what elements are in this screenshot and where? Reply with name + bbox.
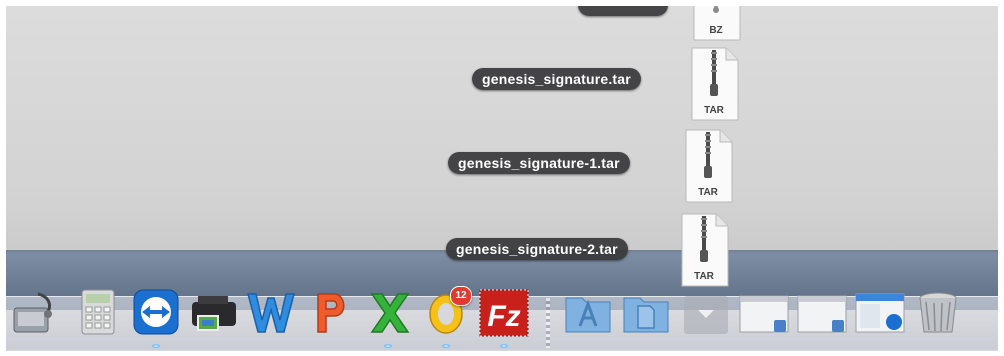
file-ext-label: TAR xyxy=(704,105,724,116)
downloads-stack-icon xyxy=(684,296,728,334)
filezilla-label: Fz xyxy=(487,300,520,333)
dock-item-window-thumbnail-3[interactable] xyxy=(854,286,906,338)
applications-folder-icon xyxy=(565,297,611,333)
dock-item-downloads-stack[interactable] xyxy=(680,286,732,338)
dock-item-applications-folder[interactable] xyxy=(562,286,614,338)
dock-item-calculator[interactable] xyxy=(72,286,124,338)
trash-icon xyxy=(919,292,957,333)
dock-item-window-thumbnail-1[interactable] xyxy=(738,286,790,338)
unread-badge: 12 xyxy=(450,286,472,306)
calculator-icon xyxy=(81,289,115,335)
window-thumbnail-icon xyxy=(797,295,847,333)
dock-separator xyxy=(546,298,550,348)
dock-item-window-thumbnail-2[interactable] xyxy=(796,286,848,338)
window-thumbnail-icon xyxy=(855,293,905,333)
stack-file-bz[interactable]: BZ xyxy=(688,6,744,44)
file-ext-label: TAR xyxy=(694,271,714,282)
window-thumbnail-icon xyxy=(739,295,789,333)
dock-item-printer[interactable] xyxy=(188,286,240,338)
dock-item-teamviewer[interactable] xyxy=(130,286,182,338)
stack-item-label[interactable]: genesis_signature.tar xyxy=(472,68,641,90)
dock-item-microsoft-word[interactable] xyxy=(244,286,296,338)
running-indicator xyxy=(442,344,450,348)
dock-item-documents-folder[interactable] xyxy=(620,286,672,338)
dock-item-microsoft-excel[interactable] xyxy=(364,286,416,338)
stack-file-tar-2[interactable]: TAR xyxy=(680,126,736,206)
dock-item-filezilla[interactable]: Fz xyxy=(478,286,530,338)
running-indicator xyxy=(500,344,508,348)
dock-item-microsoft-powerpoint[interactable] xyxy=(304,286,356,338)
running-indicator xyxy=(384,344,392,348)
file-ext-label: TAR xyxy=(698,187,718,198)
powerpoint-icon xyxy=(317,293,345,333)
stack-item-label-partial[interactable] xyxy=(578,6,668,16)
running-indicator xyxy=(152,344,160,348)
dock-item-disk-utility[interactable] xyxy=(8,286,60,338)
disk-utility-icon xyxy=(13,292,52,333)
stack-file-tar-1[interactable]: TAR xyxy=(686,44,742,124)
excel-icon xyxy=(370,293,410,333)
file-ext-label: BZ xyxy=(709,25,723,36)
printer-icon xyxy=(192,296,236,331)
dock-item-trash[interactable] xyxy=(912,286,964,338)
word-icon xyxy=(247,293,295,333)
stack-item-label[interactable]: genesis_signature-2.tar xyxy=(446,238,628,260)
filezilla-icon: Fz xyxy=(479,289,529,337)
documents-folder-icon xyxy=(623,297,669,333)
stack-file-tar-3[interactable]: TAR xyxy=(676,210,732,290)
stack-item-label[interactable]: genesis_signature-1.tar xyxy=(448,152,630,174)
teamviewer-icon xyxy=(133,289,179,335)
